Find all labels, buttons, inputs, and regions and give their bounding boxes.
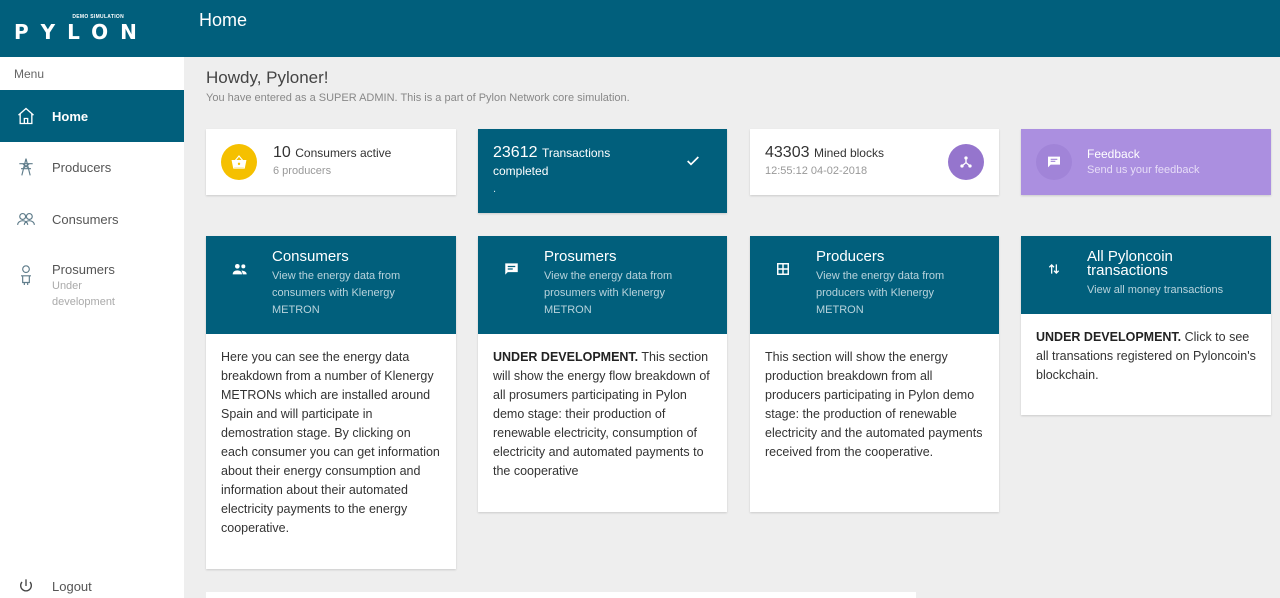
card-body: Here you can see the energy data breakdo…: [206, 334, 456, 552]
card-header: Prosumers View the energy data from pros…: [478, 236, 727, 334]
sidebar-item-prosumers[interactable]: Prosumers Under development: [0, 256, 184, 326]
greeting-subtitle: You have entered as a SUPER ADMIN. This …: [206, 92, 630, 104]
sidebar: Menu Home Producers Consumers Prosumers …: [0, 57, 184, 598]
power-icon: [0, 578, 52, 594]
feedback-sub: Send us your feedback: [1087, 164, 1200, 176]
stat-transactions[interactable]: 23612 Transactions completed .: [478, 129, 727, 213]
card-header: Consumers View the energy data from cons…: [206, 236, 456, 334]
card-body-bold: UNDER DEVELOPMENT.: [1036, 330, 1182, 344]
menu-label: Menu: [14, 67, 45, 81]
stat-sub: 12:55:12 04-02-2018: [765, 165, 868, 177]
sidebar-item-label: Prosumers: [52, 262, 115, 277]
card-desc: View all money transactions: [1087, 284, 1224, 296]
sidebar-item-consumers[interactable]: Consumers: [0, 193, 184, 245]
chat-icon: [1036, 144, 1072, 180]
home-icon: [0, 106, 52, 126]
card-desc: View the energy data from prosumers with…: [544, 270, 673, 316]
message-icon: [504, 262, 519, 281]
stat-consumers-active[interactable]: 10 Consumers active 6 producers: [206, 129, 456, 195]
check-icon: [685, 153, 701, 174]
card-body: UNDER DEVELOPMENT. Click to see all tran…: [1021, 314, 1271, 399]
stat-sub: .: [493, 183, 497, 195]
stat-value: 43303: [765, 144, 810, 161]
card-body-text: Here you can see the energy data breakdo…: [221, 350, 440, 535]
logout-label: Logout: [52, 578, 92, 594]
pylon-logo[interactable]: DEMO SIMULATION PYLON: [14, 12, 137, 44]
sidebar-item-label: Producers: [52, 159, 112, 175]
stat-mined-blocks[interactable]: 43303 Mined blocks 12:55:12 04-02-2018: [750, 129, 999, 195]
stat-label: Mined blocks: [813, 146, 884, 160]
card-body: This section will show the energy produc…: [750, 334, 999, 476]
card-body-bold: UNDER DEVELOPMENT.: [493, 350, 639, 364]
card-producers[interactable]: Producers View the energy data from prod…: [750, 236, 999, 512]
feedback-title: Feedback: [1087, 147, 1140, 161]
card-header: Producers View the energy data from prod…: [750, 236, 999, 334]
card-title: Producers: [816, 248, 885, 265]
card-body-text: This section will show the energy produc…: [765, 350, 983, 459]
feedback-tile[interactable]: Feedback Send us your feedback: [1021, 129, 1271, 195]
card-consumers[interactable]: Consumers View the energy data from cons…: [206, 236, 456, 569]
sidebar-item-label: Home: [52, 108, 89, 124]
grid-icon: [776, 262, 790, 281]
sidebar-item-producers[interactable]: Producers: [0, 141, 184, 193]
sidebar-item-sublabel: Under development: [52, 280, 115, 308]
card-desc: View the energy data from producers with…: [816, 270, 945, 316]
group-icon: [232, 262, 248, 281]
share-icon: [948, 144, 984, 180]
page-title: Home: [199, 10, 248, 30]
stat-sub: 6 producers: [273, 165, 332, 177]
card-body: UNDER DEVELOPMENT. This section will sho…: [478, 334, 727, 495]
logo-word: PYLON: [14, 20, 149, 44]
next-section-edge: [206, 592, 916, 598]
sidebar-item-label: Consumers: [52, 211, 119, 227]
top-bar: DEMO SIMULATION PYLON Home: [0, 0, 1280, 57]
greeting-title: Howdy, Pyloner!: [206, 68, 329, 87]
card-prosumers[interactable]: Prosumers View the energy data from pros…: [478, 236, 727, 512]
card-desc: View the energy data from consumers with…: [272, 270, 401, 316]
card-title: Consumers: [272, 248, 349, 265]
card-body-text: This section will show the energy flow b…: [493, 350, 710, 478]
tower-icon: [0, 157, 52, 177]
user-plug-icon: [0, 256, 52, 286]
swap-icon: [1047, 262, 1061, 281]
card-header: All Pyloncoin transactions View all mone…: [1021, 236, 1271, 314]
card-pyloncoin-transactions[interactable]: All Pyloncoin transactions View all mone…: [1021, 236, 1271, 415]
stat-label: Consumers active: [295, 146, 392, 160]
stat-value: 10: [273, 144, 291, 161]
sidebar-item-home[interactable]: Home: [0, 90, 184, 142]
card-title: All Pyloncoin transactions: [1087, 248, 1173, 279]
logout-button[interactable]: Logout: [0, 560, 184, 598]
people-icon: [0, 209, 52, 229]
stat-value: 23612: [493, 144, 538, 161]
basket-icon: [221, 144, 257, 180]
card-title: Prosumers: [544, 248, 617, 265]
